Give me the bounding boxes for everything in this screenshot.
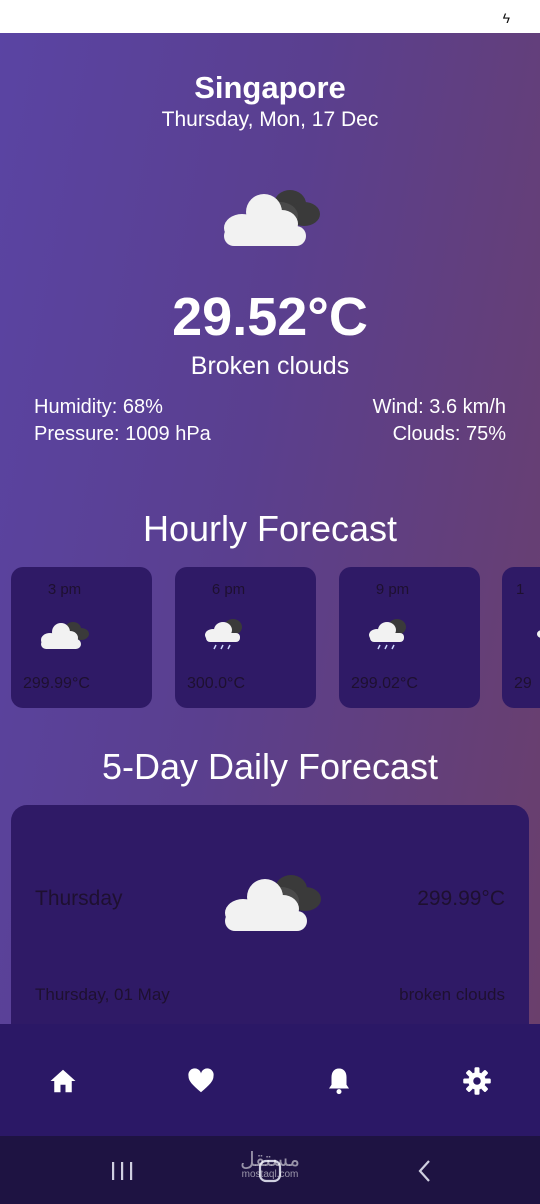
watermark-text: مستقل	[240, 1149, 300, 1171]
back-button[interactable]	[410, 1156, 440, 1186]
humidity-stat: Humidity: 68%	[34, 396, 163, 418]
hourly-card[interactable]: 6 pm 300.0°C	[175, 567, 316, 708]
daily-day: Thursday	[35, 887, 123, 910]
watermark-logo: مستقل mostaql.com	[230, 1150, 310, 1180]
hourly-card[interactable]: 9 pm 299.02°C	[339, 567, 480, 708]
recents-button[interactable]	[107, 1156, 137, 1186]
current-date: Thursday, Mon, 17 Dec	[161, 108, 379, 131]
broken-clouds-icon	[224, 190, 320, 246]
back-chevron-icon	[418, 1160, 430, 1182]
heart-icon	[188, 1068, 214, 1093]
hourly-time: 9 pm	[375, 581, 410, 598]
hourly-time: 6 pm	[211, 581, 246, 598]
status-bar: ϟ	[0, 0, 540, 33]
daily-description: broken clouds	[399, 985, 505, 1004]
hourly-time: 1	[516, 581, 525, 598]
rain-cloud-icon	[205, 619, 242, 650]
weather-description: Broken clouds	[190, 352, 350, 380]
hourly-card[interactable]: 3 pm 299.99°C	[11, 567, 152, 708]
bolt-icon: ϟ	[502, 10, 510, 26]
clouds-stat: Clouds: 75%	[392, 423, 506, 445]
nav-favorites-button[interactable]	[186, 1066, 216, 1096]
hourly-time: 3 pm	[47, 581, 82, 598]
hourly-card[interactable]: 1 29	[502, 567, 540, 708]
broken-clouds-icon	[41, 622, 89, 649]
daily-forecast-title: 5-Day Daily Forecast	[101, 746, 439, 787]
hourly-temp: 299.99°C	[23, 675, 90, 692]
hourly-forecast-title: Hourly Forecast	[142, 508, 398, 549]
nav-settings-button[interactable]	[462, 1066, 492, 1096]
nav-home-button[interactable]	[48, 1066, 78, 1096]
daily-card[interactable]: Thursday 299.99°C Thursday, 01 May broke…	[11, 805, 529, 1045]
hourly-temp: 300.0°C	[187, 675, 245, 692]
home-icon	[50, 1069, 76, 1093]
daily-date: Thursday, 01 May	[35, 985, 170, 1004]
city-name: Singapore	[194, 70, 346, 105]
wind-stat: Wind: 3.6 km/h	[372, 396, 506, 418]
hourly-temp: 29	[514, 675, 532, 692]
rain-cloud-icon	[369, 619, 406, 650]
current-temperature: 29.52°C	[172, 287, 368, 347]
pressure-stat: Pressure: 1009 hPa	[34, 423, 211, 445]
cloud-icon	[537, 630, 540, 638]
hourly-temp: 299.02°C	[351, 675, 418, 692]
watermark-sub: mostaql.com	[241, 1169, 299, 1180]
recents-icon	[112, 1162, 133, 1180]
gear-icon	[463, 1067, 491, 1095]
bottom-nav	[0, 1024, 540, 1136]
nav-notifications-button[interactable]	[324, 1066, 354, 1096]
daily-temp: 299.99°C	[417, 887, 505, 910]
broken-clouds-icon	[225, 875, 321, 931]
bell-icon	[329, 1068, 349, 1095]
